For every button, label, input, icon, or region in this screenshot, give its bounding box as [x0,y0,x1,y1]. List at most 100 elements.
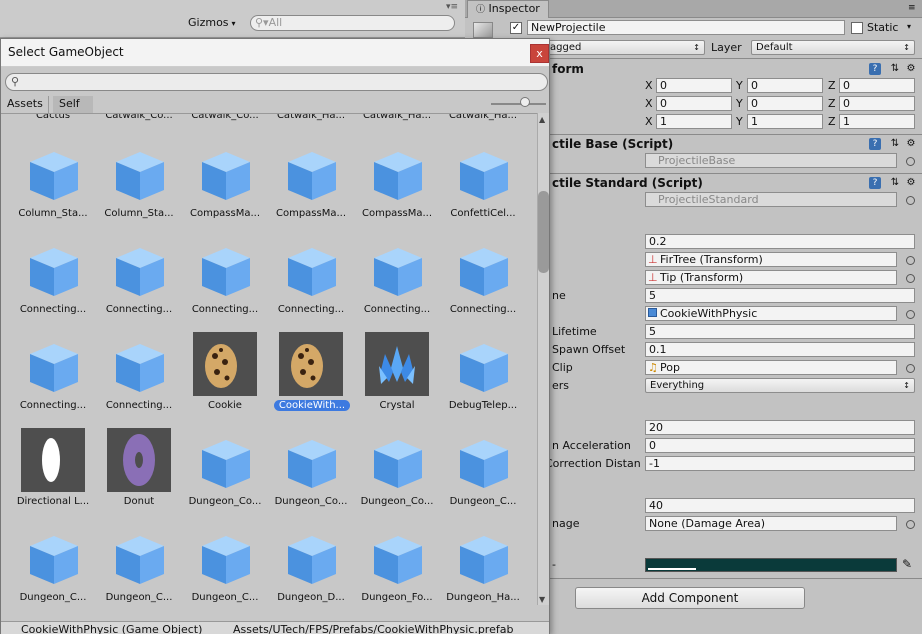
rotation-y[interactable]: 0 [747,96,823,111]
asset-item[interactable]: Connecting... [10,332,96,428]
help-icon[interactable]: ? [869,177,881,189]
asset-item[interactable]: CompassMa... [268,140,354,236]
close-button[interactable]: x [530,44,549,63]
add-component-button[interactable]: Add Component [575,587,805,609]
asset-item[interactable]: Dungeon_Ha... [440,524,526,605]
scale-z[interactable]: 1 [839,114,915,129]
static-checkbox[interactable] [851,22,863,34]
static-dropdown-icon[interactable]: ▾ [907,22,911,31]
tab-self[interactable]: Self [53,96,93,113]
asset-item[interactable]: CompassMa... [182,140,268,236]
gear-icon[interactable]: ⚙ [905,63,917,75]
position-z[interactable]: 0 [839,78,915,93]
thumbnail-size-slider[interactable] [491,103,546,105]
object-name-field[interactable]: NewProjectile [527,20,845,35]
scale-y[interactable]: 1 [747,114,823,129]
asset-item[interactable]: CookieWith... [268,332,354,428]
asset-item[interactable]: Connecting... [182,236,268,332]
object-picker-icon[interactable] [906,310,915,319]
position-x[interactable]: 0 [656,78,732,93]
correction-distance-field[interactable]: -1 [645,456,915,471]
damage-field[interactable]: 40 [645,498,915,513]
tag-dropdown[interactable]: agged ↕ [545,40,705,55]
asset-item[interactable]: Donut [96,428,182,524]
help-icon[interactable]: ? [869,63,881,75]
asset-item[interactable]: Dungeon_Co... [182,428,268,524]
color-field[interactable] [645,558,897,572]
object-picker-icon[interactable] [906,196,915,205]
active-checkbox[interactable]: ✓ [510,22,522,34]
asset-item-label[interactable]: Catwalk_Ha... [440,114,526,121]
scale-x[interactable]: 1 [656,114,732,129]
object-picker-icon[interactable] [906,157,915,166]
tip-field[interactable]: ⊥ Tip (Transform) [645,270,897,285]
search-input[interactable]: ⚲ [5,73,548,91]
radius-field[interactable]: 0.2 [645,234,915,249]
asset-item[interactable]: Connecting... [96,332,182,428]
asset-item[interactable]: Dungeon_D... [268,524,354,605]
scrollbar-thumb[interactable] [538,191,549,273]
scrollbar[interactable] [537,113,549,605]
object-picker-icon[interactable] [906,520,915,529]
object-picker-icon[interactable] [906,256,915,265]
menu-icon[interactable]: ≡ [908,3,916,13]
gizmos-dropdown[interactable]: Gizmos ▾ [188,16,236,29]
window-titlebar[interactable]: Select GameObject x [1,39,549,67]
layers-dropdown[interactable]: Everything ↕ [645,378,915,393]
spawn-offset-field[interactable]: 0.1 [645,342,915,357]
asset-item[interactable]: Connecting... [354,236,440,332]
asset-item-label[interactable]: Catwalk_Co... [182,114,268,121]
preset-icon[interactable]: ⇅ [889,177,901,189]
asset-item-label[interactable]: Catwalk_Ha... [268,114,354,121]
asset-item[interactable]: Crystal [354,332,440,428]
asset-item-label[interactable]: Catwalk_Ha... [354,114,440,121]
asset-item[interactable]: Dungeon_C... [440,428,526,524]
speed-field[interactable]: 20 [645,420,915,435]
asset-item[interactable]: ConfettiCel... [440,140,526,236]
asset-item[interactable]: Dungeon_Fo... [354,524,440,605]
clip-field[interactable]: ♫ Pop [645,360,897,375]
scroll-up-arrow-icon[interactable]: ▲ [539,115,545,124]
asset-item-label[interactable]: Catwalk_Co... [96,114,182,121]
tab-assets[interactable]: Assets [1,96,49,113]
asset-item[interactable]: DebugTelep... [440,332,526,428]
asset-item[interactable]: Connecting... [440,236,526,332]
asset-item[interactable]: Connecting... [268,236,354,332]
lifetime-field[interactable]: 5 [645,324,915,339]
preset-icon[interactable]: ⇅ [889,138,901,150]
position-y[interactable]: 0 [747,78,823,93]
asset-item-label[interactable]: Cactus [10,114,96,121]
asset-item[interactable]: Connecting... [96,236,182,332]
root-field[interactable]: ⊥ FirTree (Transform) [645,252,897,267]
asset-item[interactable]: Dungeon_C... [182,524,268,605]
gear-icon[interactable]: ⚙ [905,177,917,189]
asset-item[interactable]: Dungeon_Co... [354,428,440,524]
object-picker-icon[interactable] [906,364,915,373]
projectile-standard-header[interactable]: ctile Standard (Script) [552,176,703,190]
preset-icon[interactable]: ⇅ [889,63,901,75]
damage-area-field[interactable]: None (Damage Area) [645,516,897,531]
rotation-z[interactable]: 0 [839,96,915,111]
rotation-x[interactable]: 0 [656,96,732,111]
gear-icon[interactable]: ⚙ [905,138,917,150]
menu-icon[interactable]: ▾≡ [446,2,458,12]
asset-item[interactable]: Cookie [182,332,268,428]
asset-item[interactable]: Dungeon_C... [10,524,96,605]
tab-inspector[interactable]: ⓘ Inspector [467,0,549,18]
eyedropper-icon[interactable]: ✎ [902,557,912,571]
help-icon[interactable]: ? [869,138,881,150]
value-field[interactable]: 5 [645,288,915,303]
prefab-field[interactable]: CookieWithPhysic [645,306,897,321]
asset-item[interactable]: Connecting... [10,236,96,332]
acceleration-field[interactable]: 0 [645,438,915,453]
asset-item[interactable]: Dungeon_Co... [268,428,354,524]
slider-handle[interactable] [520,97,530,107]
object-picker-icon[interactable] [906,274,915,283]
asset-item[interactable]: Column_Sta... [10,140,96,236]
asset-item[interactable]: Column_Sta... [96,140,182,236]
asset-item[interactable]: Directional L... [10,428,96,524]
asset-item[interactable]: CompassMa... [354,140,440,236]
transform-header[interactable]: form [552,62,584,76]
projectile-base-header[interactable]: ctile Base (Script) [552,137,673,151]
layer-dropdown[interactable]: Default ↕ [751,40,915,55]
